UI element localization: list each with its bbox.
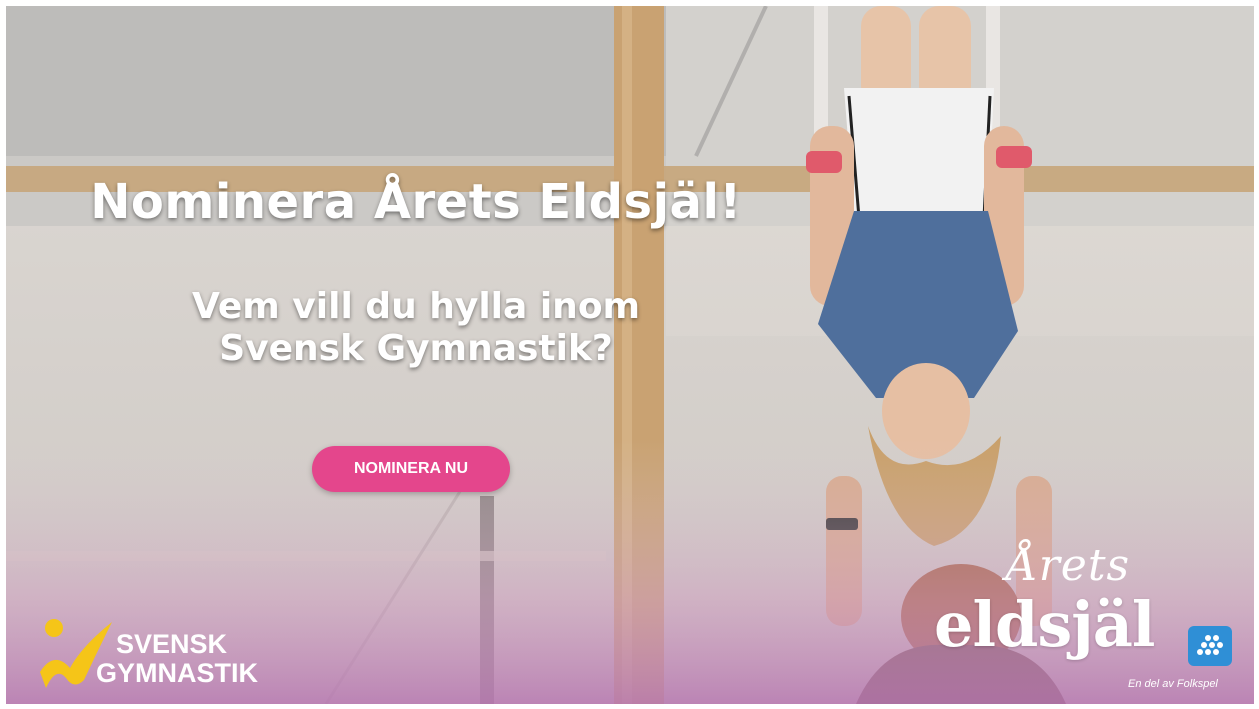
subheadline-line-1: Vem vill du hylla inom xyxy=(191,286,641,327)
svensk-gymnastik-line-1: SVENSK xyxy=(116,629,228,659)
arets-eldsjal-logo[interactable]: Årets eldsjäl En del av Folkspel xyxy=(924,540,1244,696)
headline: Nominera Årets Eldsjäl! xyxy=(90,174,742,230)
subheadline: Vem vill du hylla inom Svensk Gymnastik? xyxy=(106,286,726,370)
svensk-gymnastik-logo[interactable]: SVENSK GYMNASTIK xyxy=(36,616,286,696)
svensk-gymnastik-wordmark: SVENSK GYMNASTIK xyxy=(96,630,258,688)
arets-script: Årets xyxy=(1006,540,1131,591)
svensk-gymnastik-line-2: GYMNASTIK xyxy=(96,658,258,688)
eldsjal-wordmark: eldsjäl xyxy=(934,588,1155,661)
folkspel-tagline: En del av Folkspel xyxy=(1128,678,1218,690)
hero-banner[interactable]: Nominera Årets Eldsjäl! Vem vill du hyll… xyxy=(6,6,1254,704)
folkspel-badge-icon xyxy=(1188,626,1232,666)
subheadline-line-2: Svensk Gymnastik? xyxy=(219,328,613,369)
nominate-now-button[interactable]: NOMINERA NU xyxy=(312,446,510,492)
